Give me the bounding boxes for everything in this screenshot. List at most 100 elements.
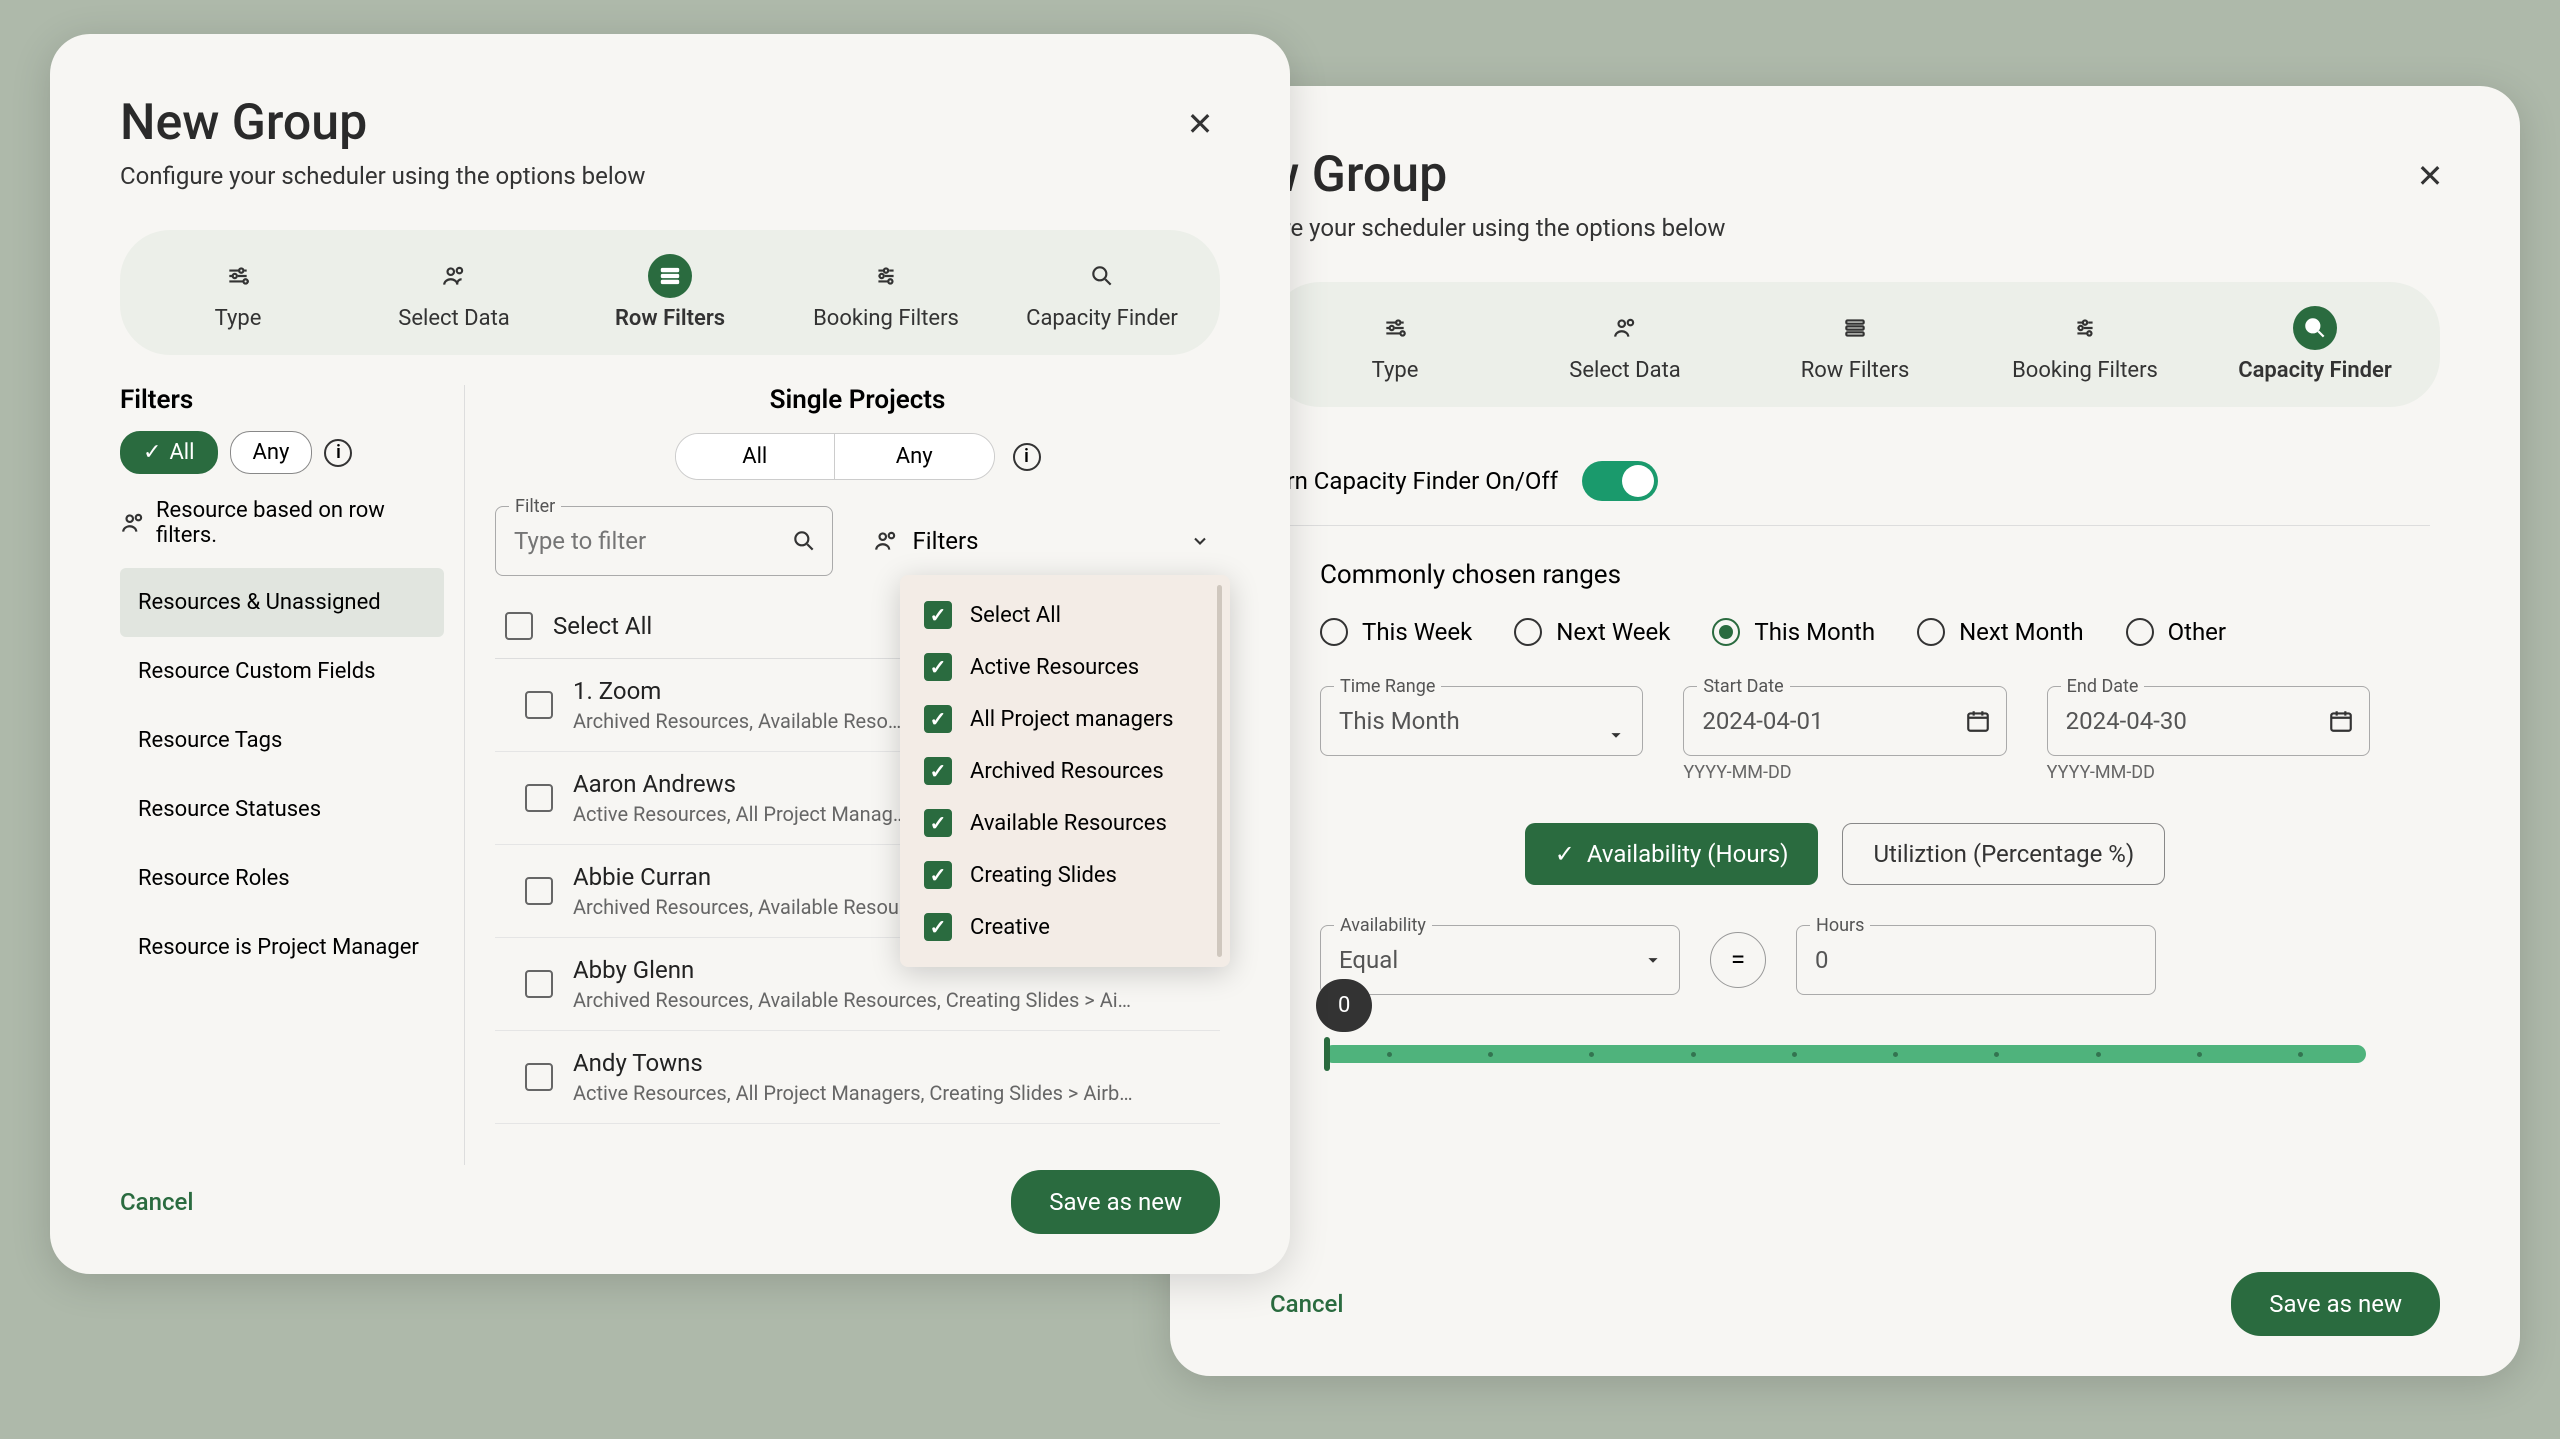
hours-field[interactable]: Hours 0 bbox=[1796, 925, 2156, 995]
radio-next-month[interactable]: Next Month bbox=[1917, 618, 2084, 646]
tab-select-data[interactable]: Select Data bbox=[1510, 292, 1740, 397]
info-icon[interactable]: i bbox=[1013, 443, 1041, 471]
dd-item[interactable]: Creative bbox=[900, 901, 1230, 953]
filter-cat-resources-unassigned[interactable]: Resources & Unassigned bbox=[120, 568, 444, 637]
row-checkbox[interactable] bbox=[525, 784, 553, 812]
row-sub: Active Resources, All Project Manag… bbox=[573, 802, 906, 826]
tab-booking-filters[interactable]: Booking Filters bbox=[778, 240, 994, 345]
tab-type[interactable]: Type bbox=[1280, 292, 1510, 397]
dd-item[interactable]: Available Resources bbox=[900, 797, 1230, 849]
capacity-toggle[interactable] bbox=[1582, 461, 1658, 501]
dd-label: Creative bbox=[970, 915, 1050, 940]
filter-cat-tags[interactable]: Resource Tags bbox=[120, 706, 444, 775]
mode-availability-button[interactable]: ✓Availability (Hours) bbox=[1525, 823, 1819, 885]
mode-utilization-button[interactable]: Utiliztion (Percentage %) bbox=[1842, 823, 2165, 885]
select-all-checkbox[interactable] bbox=[505, 612, 533, 640]
filter-cat-pm[interactable]: Resource is Project Manager bbox=[120, 913, 444, 982]
tab-label: Select Data bbox=[398, 306, 509, 331]
note-text: Resource based on row filters. bbox=[156, 498, 444, 548]
radio-other[interactable]: Other bbox=[2126, 618, 2226, 646]
seg-all[interactable]: All bbox=[676, 434, 836, 479]
chip-all[interactable]: ✓All bbox=[120, 431, 218, 474]
dialog-capacity-finder: New Group Configure your scheduler using… bbox=[1170, 86, 2520, 1376]
calendar-icon[interactable] bbox=[1965, 708, 1991, 734]
info-icon[interactable]: i bbox=[324, 439, 352, 467]
radio-next-week[interactable]: Next Week bbox=[1514, 618, 1670, 646]
radio-label: Other bbox=[2168, 618, 2226, 646]
time-range-select[interactable]: Time Range This Month bbox=[1320, 686, 1643, 783]
tab-row-filters[interactable]: Row Filters bbox=[1740, 292, 1970, 397]
tab-label: Capacity Finder bbox=[2238, 358, 2392, 383]
people-icon bbox=[432, 254, 476, 298]
capacity-toggle-row: Turn Capacity Finder On/Off bbox=[1260, 437, 2430, 526]
filter-cat-custom-fields[interactable]: Resource Custom Fields bbox=[120, 637, 444, 706]
radio-icon bbox=[1514, 618, 1542, 646]
dd-checkbox[interactable] bbox=[924, 653, 952, 681]
radio-this-week[interactable]: This Week bbox=[1320, 618, 1472, 646]
dialog-footer: Cancel Save as new bbox=[1270, 1272, 2440, 1336]
save-button[interactable]: Save as new bbox=[2231, 1272, 2440, 1336]
tab-type[interactable]: Type bbox=[130, 240, 346, 345]
dd-checkbox[interactable] bbox=[924, 861, 952, 889]
filter-cat-statuses[interactable]: Resource Statuses bbox=[120, 775, 444, 844]
chevron-down-icon bbox=[1642, 949, 1664, 971]
field-label: Time Range bbox=[1334, 676, 1441, 697]
chevron-down-icon bbox=[1605, 724, 1627, 746]
dd-item[interactable]: Select All bbox=[900, 589, 1230, 641]
dropdown-label: Filters bbox=[913, 527, 979, 555]
dd-item[interactable]: Archived Resources bbox=[900, 745, 1230, 797]
filter-cat-roles[interactable]: Resource Roles bbox=[120, 844, 444, 913]
tab-select-data[interactable]: Select Data bbox=[346, 240, 562, 345]
chip-label: All bbox=[169, 440, 194, 465]
row-sub: Archived Resources, Available Resources bbox=[573, 895, 937, 919]
dd-checkbox[interactable] bbox=[924, 601, 952, 629]
row-checkbox[interactable] bbox=[525, 877, 553, 905]
filters-dropdown-trigger[interactable]: Filters bbox=[873, 527, 1221, 555]
dd-item[interactable]: Active Resources bbox=[900, 641, 1230, 693]
list-icon bbox=[1833, 306, 1877, 350]
cancel-button[interactable]: Cancel bbox=[120, 1188, 193, 1216]
close-button[interactable]: ✕ bbox=[2410, 156, 2450, 196]
slider-track bbox=[1324, 1045, 2366, 1063]
dd-item[interactable]: All Project managers bbox=[900, 693, 1230, 745]
calendar-icon[interactable] bbox=[2328, 708, 2354, 734]
tab-row-filters[interactable]: Row Filters bbox=[562, 240, 778, 345]
close-button[interactable]: ✕ bbox=[1180, 104, 1220, 144]
dialog-subtitle: Configure your scheduler using the optio… bbox=[1200, 214, 2450, 242]
tab-label: Select Data bbox=[1569, 358, 1680, 383]
field-label: Hours bbox=[1810, 915, 1870, 936]
dd-checkbox[interactable] bbox=[924, 913, 952, 941]
dd-checkbox[interactable] bbox=[924, 809, 952, 837]
start-date-field[interactable]: Start Date 2024-04-01 bbox=[1683, 686, 2006, 756]
seg-any[interactable]: Any bbox=[835, 434, 994, 479]
field-label: End Date bbox=[2061, 676, 2145, 697]
row-name: 1. Zoom bbox=[573, 677, 901, 705]
chip-any[interactable]: Any bbox=[230, 431, 313, 474]
check-icon: ✓ bbox=[1555, 840, 1575, 868]
search-icon[interactable] bbox=[791, 528, 817, 554]
dd-label: All Project managers bbox=[970, 707, 1173, 732]
projects-heading: Single Projects bbox=[495, 385, 1220, 415]
dd-checkbox[interactable] bbox=[924, 757, 952, 785]
close-icon: ✕ bbox=[2417, 157, 2444, 195]
dd-label: Archived Resources bbox=[970, 759, 1164, 784]
dd-item[interactable]: Creating Slides bbox=[900, 849, 1230, 901]
save-button[interactable]: Save as new bbox=[1011, 1170, 1220, 1234]
row-checkbox[interactable] bbox=[525, 691, 553, 719]
row-checkbox[interactable] bbox=[525, 970, 553, 998]
tab-booking-filters[interactable]: Booking Filters bbox=[1970, 292, 2200, 397]
list-item[interactable]: Andy TownsActive Resources, All Project … bbox=[495, 1031, 1220, 1124]
end-date-field[interactable]: End Date 2024-04-30 bbox=[2047, 686, 2370, 756]
availability-select[interactable]: Availability Equal bbox=[1320, 925, 1680, 995]
field-helper: YYYY-MM-DD bbox=[1683, 762, 2006, 783]
radio-this-month[interactable]: This Month bbox=[1712, 618, 1875, 646]
hours-slider[interactable]: 0 bbox=[1320, 1045, 2370, 1063]
tab-capacity-finder[interactable]: Capacity Finder bbox=[2200, 292, 2430, 397]
row-checkbox[interactable] bbox=[525, 1063, 553, 1091]
row-sub: Active Resources, All Project Managers, … bbox=[573, 1081, 1133, 1105]
field-helper: YYYY-MM-DD bbox=[2047, 762, 2370, 783]
dd-checkbox[interactable] bbox=[924, 705, 952, 733]
tab-capacity-finder[interactable]: Capacity Finder bbox=[994, 240, 1210, 345]
slider-value-bubble: 0 bbox=[1316, 979, 1372, 1032]
cancel-button[interactable]: Cancel bbox=[1270, 1290, 1343, 1318]
